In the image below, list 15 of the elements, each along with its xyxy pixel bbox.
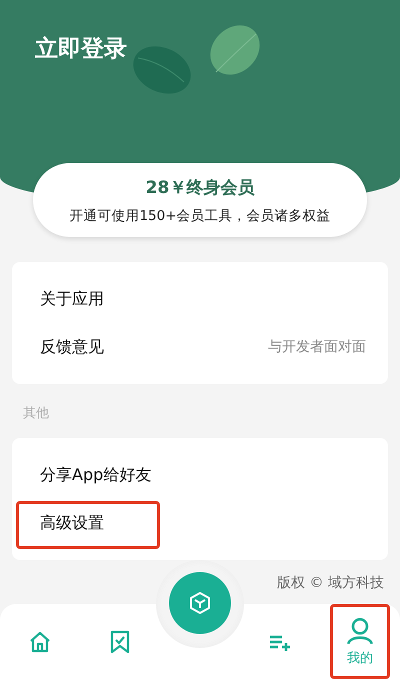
menu-item-hint: 与开发者面对面 (268, 338, 366, 356)
membership-price: 28￥终身会员 (146, 176, 254, 198)
bookmark-icon (108, 630, 132, 654)
membership-description: 开通可使用150+会员工具，会员诸多权益 (69, 206, 331, 224)
copyright-text: 版权 © 域方科技 (277, 574, 384, 592)
home-icon (28, 630, 52, 654)
menu-item[interactable]: 分享App给好友 (40, 464, 152, 486)
membership-card[interactable]: 28￥终身会员 开通可使用150+会员工具，会员诸多权益 (33, 163, 367, 237)
cube-icon (188, 591, 212, 615)
menu-item[interactable]: 反馈意见 (40, 336, 104, 358)
menu-item[interactable]: 关于应用 (40, 288, 104, 310)
menu-item[interactable]: 高级设置 (40, 512, 104, 534)
person-icon (346, 616, 374, 644)
login-title[interactable]: 立即登录 (0, 0, 127, 64)
section-label: 其他 (22, 405, 50, 423)
